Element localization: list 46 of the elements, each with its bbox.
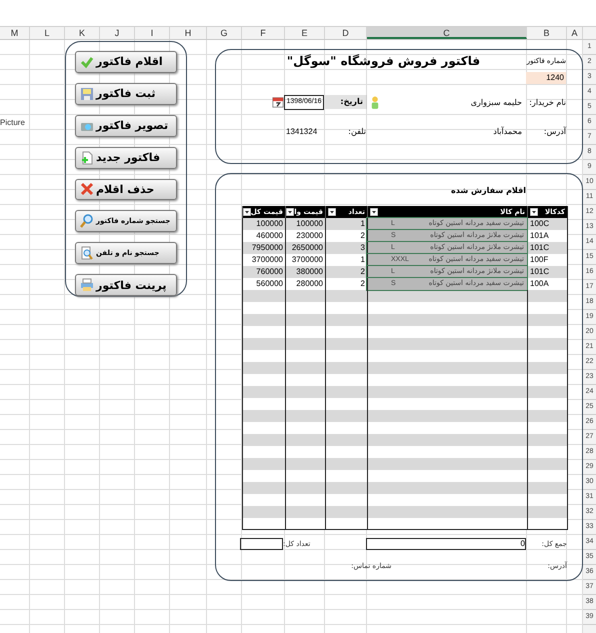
person-icon xyxy=(371,96,379,108)
buyer-field[interactable]: حلیمه سبزواری xyxy=(366,95,526,109)
column-header[interactable]: E xyxy=(285,27,325,39)
table-cell xyxy=(527,518,568,530)
filter-dropdown-icon[interactable] xyxy=(530,208,538,216)
sum-field: 0 xyxy=(366,538,526,550)
invoice-number: 1240 xyxy=(526,72,566,84)
phone-label: تلفن: xyxy=(347,127,366,136)
calendar-icon[interactable] xyxy=(272,96,284,108)
floppy-icon xyxy=(80,86,94,101)
check-icon xyxy=(80,54,94,69)
count-field xyxy=(240,538,283,550)
document-search-icon xyxy=(80,246,94,260)
address-label: آدرس: xyxy=(542,127,566,136)
cell-text: Picture xyxy=(0,118,25,127)
filter-dropdown-icon[interactable] xyxy=(370,208,378,216)
address-value: محمدآباد xyxy=(492,127,523,136)
column-header[interactable]: F xyxy=(242,27,285,39)
column-header[interactable]: J xyxy=(100,27,135,39)
buyer-label: نام خریدار: xyxy=(528,98,566,106)
search-icon xyxy=(80,214,94,228)
filter-dropdown-icon[interactable] xyxy=(286,208,294,216)
phone-value: 1341324 xyxy=(285,127,318,136)
new-document-icon xyxy=(80,150,94,165)
date-label: تاریخ: xyxy=(324,95,366,109)
column-header[interactable]: K xyxy=(65,27,100,39)
column-header[interactable]: I xyxy=(135,27,170,39)
printer-icon xyxy=(80,278,94,292)
macro-button[interactable]: اقلام فاکتور xyxy=(75,51,177,73)
delete-icon xyxy=(80,182,94,196)
macro-button[interactable]: پرینت فاکتور xyxy=(75,274,177,296)
macro-button[interactable]: فاکتور جدید xyxy=(75,146,177,168)
column-header[interactable]: D xyxy=(325,27,367,39)
filter-dropdown-icon[interactable] xyxy=(328,208,336,216)
column-header[interactable]: A xyxy=(567,27,583,39)
column-header[interactable]: G xyxy=(207,27,242,39)
column-header[interactable]: H xyxy=(170,27,207,39)
macro-button[interactable]: تصویر فاکتور xyxy=(75,114,177,137)
filter-dropdown-icon[interactable] xyxy=(242,208,251,216)
column-header[interactable]: C xyxy=(367,27,527,39)
column-header[interactable]: L xyxy=(30,27,65,39)
invoice-title: فاکتور فروش فروشگاه "سوگل" xyxy=(286,54,482,68)
macro-button[interactable]: ثبت فاکتور xyxy=(75,82,177,105)
column-header[interactable]: M xyxy=(0,27,30,39)
items-title: اقلام سفارش شده xyxy=(451,186,526,194)
macro-button[interactable]: حذف اقلام xyxy=(75,178,177,200)
